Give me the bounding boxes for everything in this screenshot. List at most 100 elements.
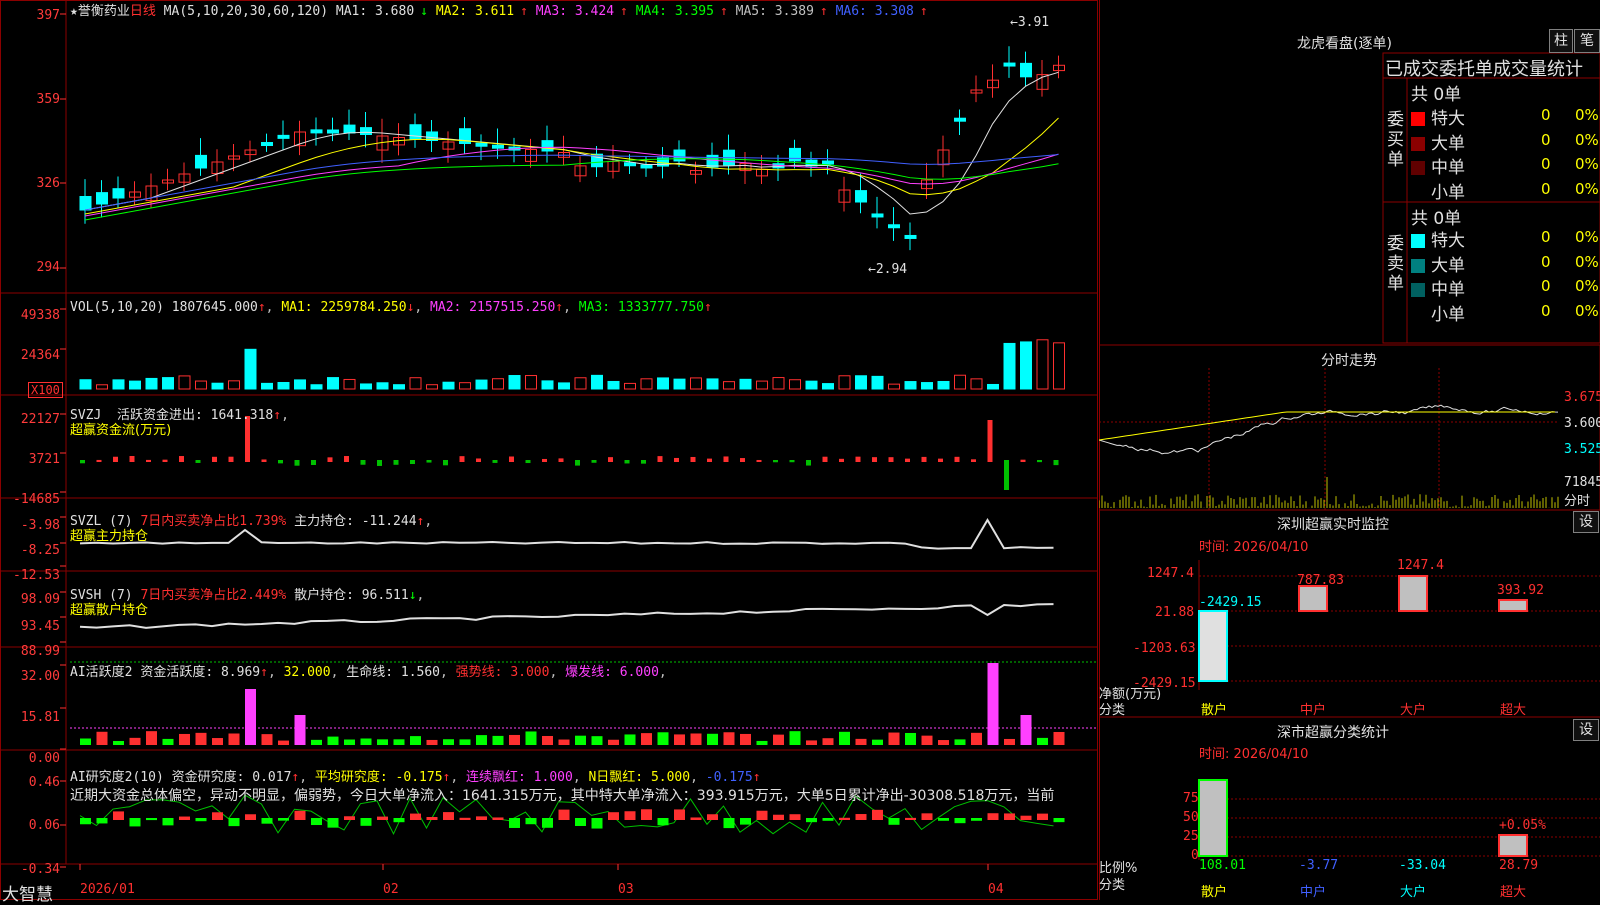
money-flow-bar	[377, 460, 382, 466]
volume-bar	[442, 381, 455, 390]
tick-mode-button[interactable]: 笔	[1574, 29, 1600, 53]
volume-bar	[772, 377, 785, 390]
volume-bar	[805, 380, 818, 390]
color-swatch-icon	[1411, 283, 1425, 297]
buy-side-label: 委买单	[1387, 110, 1404, 170]
class-settings-button[interactable]: 设	[1573, 719, 1599, 741]
buy-row-2: 中单	[1411, 153, 1465, 178]
activity-bar	[278, 740, 289, 745]
sz-bar	[1198, 610, 1228, 682]
ma-value: MA2: 3.611	[435, 4, 515, 19]
activity-bar	[113, 740, 124, 745]
row-count: 0	[1541, 106, 1551, 124]
sz-ytick: 21.88	[1155, 605, 1195, 620]
candle-body	[541, 140, 554, 152]
sz-bar-value: 393.92	[1497, 583, 1544, 598]
candle-body	[855, 190, 867, 203]
activity-bar	[624, 734, 636, 745]
activity-bar	[294, 715, 306, 745]
ma-value: MA1: 3.680	[335, 4, 415, 19]
stat-header: 已成交委托单成交量统计	[1385, 59, 1583, 80]
money-flow-bar	[608, 457, 613, 462]
activity-bar	[855, 738, 867, 745]
class-cat: 超大	[1500, 885, 1527, 900]
money-flow-bar	[525, 460, 531, 464]
money-flow-bar	[921, 456, 927, 462]
row-percent: 0%	[1575, 179, 1599, 198]
money-flow-bar	[1020, 459, 1026, 462]
candle-body	[822, 160, 834, 165]
money-flow-bar	[740, 458, 745, 462]
class-value: -3.77	[1299, 858, 1339, 873]
vol-ytick: 49338	[20, 308, 60, 323]
candle-body	[888, 224, 900, 229]
class-cat: 散户	[1201, 885, 1228, 900]
row-count: 0	[1541, 252, 1551, 271]
volume-bar	[1036, 339, 1049, 390]
row-count: 0	[1541, 179, 1551, 198]
intraday-title[interactable]: 分时走势	[1321, 350, 1377, 370]
class-bar	[1198, 779, 1228, 857]
activity-bar	[1037, 737, 1048, 745]
sz-settings-button[interactable]: 设	[1573, 511, 1599, 533]
candle-body	[261, 142, 273, 147]
xaxis-label: 04	[988, 882, 1004, 897]
candle-body	[871, 213, 884, 218]
money-flow-bar	[360, 460, 366, 465]
volume-bar	[541, 380, 554, 390]
bar-mode-button[interactable]: 柱	[1549, 29, 1573, 53]
money-flow-bar	[278, 460, 283, 464]
candle-body	[1003, 62, 1016, 67]
money-flow-bar	[888, 457, 894, 462]
money-flow-bar	[426, 460, 432, 463]
row-percent: 0%	[1575, 106, 1599, 124]
buy-total: 共 0单	[1411, 85, 1462, 105]
class-ytick: 75	[1183, 791, 1199, 806]
activity-bar	[608, 739, 619, 745]
research-bar	[558, 809, 570, 820]
price-ytick: 326	[36, 176, 60, 191]
row-percent: 0%	[1575, 301, 1599, 320]
research-bar	[509, 818, 520, 828]
money-flow-bar	[344, 456, 349, 462]
high-mark: ←3.91	[1010, 15, 1050, 30]
class-value: 108.01	[1199, 858, 1246, 873]
activity-bar	[987, 663, 999, 745]
period-label[interactable]: 日线	[130, 4, 156, 19]
research-bar	[294, 810, 306, 820]
research-bar	[525, 818, 537, 825]
activity-bar	[806, 740, 817, 745]
chart-area[interactable]: ★誉衡药业日线 MA(5,10,20,30,60,120) MA1: 3.680…	[0, 0, 1098, 905]
money-flow-bar	[542, 458, 547, 462]
sz-bar-value: 1247.4	[1397, 558, 1444, 573]
candle-body	[673, 149, 686, 162]
money-flow-bar	[723, 456, 729, 462]
vol-unit-badge[interactable]: X100	[28, 382, 63, 398]
research-bar	[888, 818, 900, 825]
candle-body	[1020, 62, 1032, 78]
volume-bar	[706, 378, 719, 390]
volume-bar	[508, 375, 521, 390]
sz-ytick: -1203.63	[1133, 641, 1196, 656]
right-panel-canvas	[1099, 0, 1600, 900]
chart-canvas	[0, 0, 1098, 870]
volume-bar	[822, 383, 834, 390]
volume-bar	[525, 375, 537, 390]
volume-bar	[921, 382, 933, 390]
research-bar	[1004, 813, 1015, 820]
money-flow-bar	[657, 456, 663, 462]
row-percent: 0%	[1575, 277, 1599, 295]
research-bar	[443, 812, 454, 820]
volume-bar	[475, 379, 488, 390]
research-bar	[740, 818, 751, 825]
activity-bar	[129, 737, 141, 745]
sz-xlabel: 分类	[1099, 703, 1126, 718]
brand-label: 大智慧	[2, 885, 53, 905]
candle-body	[343, 124, 356, 134]
volume-bar	[261, 382, 273, 390]
research-bar	[311, 818, 322, 826]
activity-bar	[888, 732, 900, 745]
research-bar	[756, 810, 768, 820]
research-bar	[624, 811, 636, 820]
research-bar	[542, 818, 553, 828]
